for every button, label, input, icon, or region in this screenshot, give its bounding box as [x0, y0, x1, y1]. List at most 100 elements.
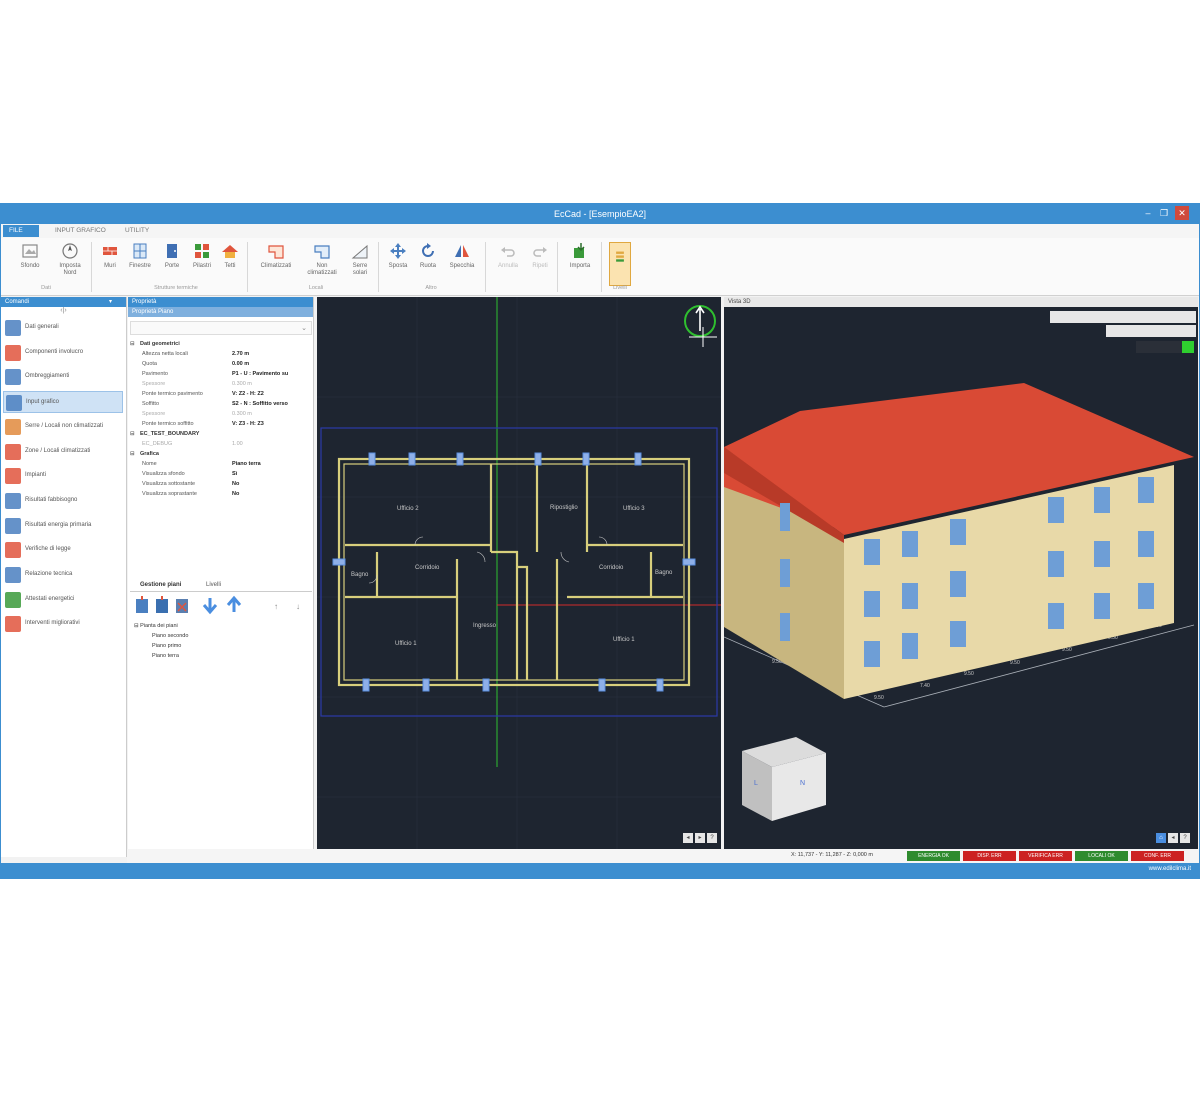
command-item[interactable]: Dati generali: [3, 317, 123, 339]
tab-file[interactable]: FILE: [3, 225, 39, 237]
property-row[interactable]: Nome Piano terra: [132, 461, 312, 471]
pilastri-button[interactable]: Pilastri: [187, 242, 217, 270]
3d-view-header: Vista 3D: [724, 297, 1198, 307]
sposta-button[interactable]: Sposta: [383, 242, 413, 270]
3d-view-btn-3[interactable]: ?: [1180, 833, 1190, 843]
unheated-room-icon: [314, 245, 330, 259]
property-row[interactable]: Quota 0.00 m: [132, 361, 312, 371]
close-icon[interactable]: ✕: [1175, 206, 1189, 220]
property-section[interactable]: Grafica ⊟: [130, 451, 312, 461]
command-item[interactable]: Serre / Locali non climatizzati: [3, 416, 123, 438]
tetti-button[interactable]: Tetti: [215, 242, 245, 270]
livelli-button[interactable]: [609, 242, 631, 286]
property-key: Spessore: [142, 381, 166, 387]
property-row[interactable]: Spessore 0.300 m: [132, 411, 312, 421]
status-indicator[interactable]: DISP. ERR: [963, 851, 1016, 861]
property-value: 1.00: [232, 441, 243, 447]
minimize-icon[interactable]: ‒: [1141, 206, 1155, 220]
status-indicator[interactable]: CONF. ERR: [1131, 851, 1184, 861]
ripeti-button[interactable]: Ripeti: [525, 242, 555, 270]
finestre-button[interactable]: Finestre: [125, 242, 155, 270]
3d-view-btn-1[interactable]: ⌂: [1156, 833, 1166, 843]
pin-icon: ▾: [108, 299, 112, 305]
property-value: V: Z3 - H: Z3: [232, 421, 264, 427]
imposta-nord-button[interactable]: Imposta Nord: [55, 242, 85, 277]
command-item[interactable]: Zone / Locali climatizzati: [3, 441, 123, 463]
command-item[interactable]: Componenti involucro: [3, 342, 123, 364]
room-label: Corridoio: [415, 565, 440, 571]
serre-solari-button[interactable]: Serre solari: [345, 242, 375, 277]
greenhouse-icon: [351, 244, 368, 259]
command-item[interactable]: Risultati energia primaria: [3, 515, 123, 537]
non-climatizzati-button[interactable]: Non climatizzati: [307, 242, 337, 277]
command-item[interactable]: Verifiche di legge: [3, 539, 123, 561]
property-row[interactable]: Pavimento P1 - U : Pavimento su: [132, 371, 312, 381]
property-row[interactable]: Visualizza sottostante No: [132, 481, 312, 491]
property-row[interactable]: Spessore 0.300 m: [132, 381, 312, 391]
wall-icon: [103, 247, 117, 255]
tab-utility[interactable]: UTILITY: [119, 225, 155, 237]
command-item[interactable]: Impianti: [3, 465, 123, 487]
collapse-icon[interactable]: ⊟: [130, 341, 135, 347]
command-item[interactable]: Risultati fabbisogno: [3, 490, 123, 512]
3d-view[interactable]: Vista 3D 9.50 9.50 7.40 9.50 9.50 9.50 9…: [724, 297, 1198, 849]
property-section[interactable]: EC_TEST_BOUNDARY ⊟: [130, 431, 312, 441]
plan-view-btn-1[interactable]: ◂: [683, 833, 693, 843]
command-label: Componenti involucro: [25, 348, 84, 355]
sfondo-button[interactable]: Sfondo: [15, 242, 45, 270]
collapse-icon[interactable]: ⊟: [130, 431, 135, 437]
command-label: Input grafico: [26, 399, 60, 406]
command-item[interactable]: Interventi migliorativi: [3, 613, 123, 635]
command-item[interactable]: Attestati energetici: [3, 589, 123, 611]
status-indicator[interactable]: LOCALI OK: [1075, 851, 1128, 861]
3d-view-btn-2[interactable]: ◂: [1168, 833, 1178, 843]
bottom-tabs: Gestione piani Livelli: [130, 582, 312, 592]
tab-input-grafico[interactable]: INPUT GRAFICO: [49, 225, 112, 237]
status-indicator[interactable]: VERIFICA ERR: [1019, 851, 1072, 861]
restore-icon[interactable]: ❐: [1157, 206, 1171, 220]
command-icon: [5, 591, 21, 608]
property-key: EC_DEBUG: [142, 441, 173, 447]
property-row[interactable]: Soffitto S2 - N : Soffitto verso: [132, 401, 312, 411]
annulla-button[interactable]: Annulla: [493, 242, 523, 270]
floor-plan-view[interactable]: Ufficio 2 Ripostiglio Ufficio 3 Bagno Co…: [317, 297, 721, 849]
tab-gestione-piani[interactable]: Gestione piani: [140, 582, 181, 588]
property-key: Ponte termico soffitto: [142, 421, 194, 427]
view-cube[interactable]: L N: [742, 737, 826, 821]
tree-item[interactable]: Piano primo: [134, 643, 310, 653]
tree-item[interactable]: Piano terra: [134, 653, 310, 663]
command-icon: [5, 468, 21, 485]
command-icon: [5, 567, 21, 583]
tab-livelli[interactable]: Livelli: [206, 582, 221, 588]
ruota-button[interactable]: Ruota: [413, 242, 443, 270]
status-indicator[interactable]: ENERGIA OK: [907, 851, 960, 861]
property-section[interactable]: Dati geometrici ⊟: [130, 341, 312, 351]
importa-button[interactable]: Importa: [565, 242, 595, 270]
plan-view-btn-2[interactable]: ▸: [695, 833, 705, 843]
muri-button[interactable]: Muri: [95, 242, 125, 270]
view-toolbar[interactable]: [1050, 311, 1196, 353]
plan-view-btn-3[interactable]: ?: [707, 833, 717, 843]
dimension-label: 9.50: [964, 671, 974, 677]
property-row[interactable]: EC_DEBUG 1.00: [132, 441, 312, 451]
command-item[interactable]: Ombreggiamenti: [3, 366, 123, 388]
insert-floor-icon: [156, 596, 168, 613]
climatizzati-button[interactable]: Climatizzati: [259, 242, 293, 270]
tree-root[interactable]: ⊟ Pianta dei piani: [134, 623, 310, 633]
collapse-icon[interactable]: ‹|›: [1, 307, 126, 317]
property-row[interactable]: Ponte termico pavimento V: Z2 - H: Z2: [132, 391, 312, 401]
tree-item[interactable]: Piano secondo: [134, 633, 310, 643]
property-row[interactable]: Ponte termico soffitto V: Z3 - H: Z3: [132, 421, 312, 431]
porte-button[interactable]: Porte: [157, 242, 187, 270]
property-row[interactable]: Visualizza sfondo Sì: [132, 471, 312, 481]
property-value: Sì: [232, 471, 238, 477]
property-row[interactable]: Visualizza soprastante No: [132, 491, 312, 501]
property-row[interactable]: Altezza netta locali 2.70 m: [132, 351, 312, 361]
command-item[interactable]: Input grafico: [3, 391, 123, 414]
collapse-icon[interactable]: ⊟: [130, 451, 135, 457]
property-dropdown[interactable]: ⌄: [130, 321, 312, 335]
specchia-button[interactable]: Specchia: [447, 242, 477, 270]
property-value: No: [232, 481, 240, 487]
command-item[interactable]: Relazione tecnica: [3, 564, 123, 586]
heated-room-icon: [268, 245, 284, 259]
